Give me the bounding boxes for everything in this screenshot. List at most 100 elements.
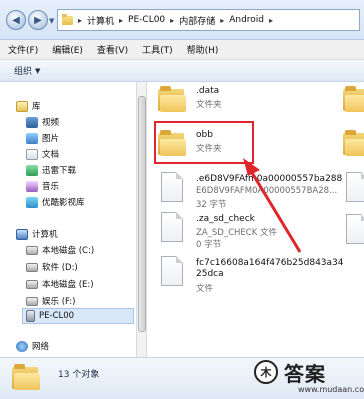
download-library-icon xyxy=(26,164,38,176)
picture-library-icon xyxy=(26,132,38,144)
nav-library-label: 库 xyxy=(32,102,41,112)
breadcrumb-separator-icon[interactable]: ▸ xyxy=(269,16,273,25)
highlight-box xyxy=(154,121,254,164)
folder-icon[interactable] xyxy=(343,130,364,156)
forward-arrow-icon: ▶ xyxy=(34,14,42,26)
file-icon xyxy=(161,172,183,202)
file-size: 32 字节 xyxy=(196,200,227,210)
nav-item-pictures[interactable]: 图片 xyxy=(26,130,59,146)
nav-item-label: 音乐 xyxy=(42,182,60,192)
nav-item-documents[interactable]: 文档 xyxy=(26,146,59,162)
nav-item-label: 迅雷下载 xyxy=(42,166,77,176)
file-item-za-sd-check[interactable]: .za_sd_check ZA_SD_CHECK 文件 0 字节 xyxy=(148,210,348,250)
folder-icon xyxy=(158,86,186,112)
watermark: 木 答案 www.mudaan.com xyxy=(254,358,364,398)
nav-drive-e[interactable]: 本地磁盘 (E:) xyxy=(26,276,94,292)
file-size: 0 字节 xyxy=(196,240,222,250)
menu-edit[interactable]: 编辑(E) xyxy=(52,43,83,56)
drive-icon xyxy=(26,279,38,289)
watermark-text: 答案 xyxy=(284,362,326,386)
file-type: 文件夹 xyxy=(196,100,222,110)
nav-item-label: 视频 xyxy=(42,118,60,128)
menu-help[interactable]: 帮助(H) xyxy=(187,43,219,56)
breadcrumb-separator-icon[interactable]: ▸ xyxy=(78,16,82,25)
document-library-icon xyxy=(26,148,38,160)
file-item-e6d8[interactable]: .e6D8V9FAfm0a00000557ba288 E6D8V9FAFM0A0… xyxy=(148,170,348,210)
menu-bar: 文件(F) 编辑(E) 查看(V) 工具(T) 帮助(H) xyxy=(0,40,364,60)
nav-library[interactable]: 库 xyxy=(16,98,41,114)
command-bar: 组织 ▼ xyxy=(0,60,364,82)
drive-icon xyxy=(26,262,38,272)
folder-icon[interactable] xyxy=(343,86,364,112)
breadcrumb-android[interactable]: Android xyxy=(229,15,264,25)
nav-drive-label: 本地磁盘 (C:) xyxy=(42,246,95,256)
computer-icon xyxy=(16,228,28,240)
back-button[interactable]: ◀ xyxy=(6,10,26,30)
drive-icon xyxy=(26,296,38,306)
address-field[interactable]: ▸ 计算机 ▸ PE-CL00 ▸ 内部存储 ▸ Android ▸ xyxy=(57,9,360,31)
nav-item-label: 文档 xyxy=(42,150,60,160)
nav-item-xunlei-downloads[interactable]: 迅雷下载 xyxy=(26,162,76,178)
file-name: .data xyxy=(196,86,220,96)
recent-pages-dropdown-icon[interactable]: ▼ xyxy=(49,17,54,25)
navigation-pane: 库 视频 图片 文档 迅雷下载 音乐 优酷影视库 计算机 本地磁盘 (C:) 软… xyxy=(0,82,137,357)
back-arrow-icon: ◀ xyxy=(12,14,20,26)
menu-tools[interactable]: 工具(T) xyxy=(142,43,173,56)
nav-drive-f[interactable]: 娱乐 (F:) xyxy=(26,293,75,309)
forward-button[interactable]: ▶ xyxy=(28,10,48,30)
nav-item-youku-library[interactable]: 优酷影视库 xyxy=(26,194,85,210)
breadcrumb-separator-icon[interactable]: ▸ xyxy=(220,16,224,25)
file-name: .za_sd_check xyxy=(196,214,255,224)
nav-item-videos[interactable]: 视频 xyxy=(26,114,59,130)
file-icon xyxy=(161,256,183,286)
nav-drive-label: 本地磁盘 (E:) xyxy=(42,280,94,290)
nav-device-pe-cl00[interactable]: PE-CL00 xyxy=(22,308,134,324)
network-icon xyxy=(16,340,28,352)
breadcrumb-device[interactable]: PE-CL00 xyxy=(128,15,165,25)
file-name: .e6D8V9FAfm0a00000557ba288 xyxy=(196,174,343,184)
chevron-down-icon[interactable]: ▼ xyxy=(35,67,40,75)
nav-item-music[interactable]: 音乐 xyxy=(26,178,59,194)
phone-icon xyxy=(26,310,35,322)
nav-pane-scrollbar[interactable] xyxy=(137,82,147,357)
video-library-icon xyxy=(26,116,38,128)
library-icon xyxy=(16,100,28,112)
nav-network-label: 网络 xyxy=(32,342,50,352)
breadcrumb-separator-icon[interactable]: ▸ xyxy=(119,16,123,25)
file-icon xyxy=(161,212,183,242)
nav-drive-label: 软件 (D:) xyxy=(42,263,78,273)
file-icon[interactable] xyxy=(346,214,364,244)
nav-network[interactable]: 网络 xyxy=(16,338,49,354)
scrollbar-thumb[interactable] xyxy=(138,96,146,332)
nav-drive-c[interactable]: 本地磁盘 (C:) xyxy=(26,242,94,258)
drive-icon xyxy=(26,245,38,255)
folder-icon xyxy=(12,364,42,392)
nav-item-label: 优酷影视库 xyxy=(42,198,85,208)
file-name: fc7c16608a164f476b25d843a3425dca xyxy=(196,258,344,279)
nav-device-label: PE-CL00 xyxy=(39,311,75,321)
video-library-icon xyxy=(26,196,38,208)
file-type: E6D8V9FAFM0A00000557BA28... xyxy=(196,186,338,196)
item-count: 13 个对象 xyxy=(58,370,100,380)
file-item-fc7c[interactable]: fc7c16608a164f476b25d843a3425dca 文件 xyxy=(148,254,348,298)
address-bar-area: ◀ ▶ ▼ ▸ 计算机 ▸ PE-CL00 ▸ 内部存储 ▸ Android ▸ xyxy=(0,0,364,40)
file-icon[interactable] xyxy=(346,172,364,202)
nav-drive-d[interactable]: 软件 (D:) xyxy=(26,259,78,275)
folder-icon xyxy=(62,13,73,25)
file-type: ZA_SD_CHECK 文件 xyxy=(196,228,277,238)
breadcrumb-internal-storage[interactable]: 内部存储 xyxy=(179,14,215,27)
watermark-url: www.mudaan.com xyxy=(298,385,364,394)
nav-item-label: 图片 xyxy=(42,134,60,144)
menu-file[interactable]: 文件(F) xyxy=(8,43,38,56)
breadcrumb-separator-icon[interactable]: ▸ xyxy=(170,16,174,25)
music-library-icon xyxy=(26,180,38,192)
nav-computer[interactable]: 计算机 xyxy=(16,226,58,242)
nav-drive-label: 娱乐 (F:) xyxy=(42,297,76,307)
menu-view[interactable]: 查看(V) xyxy=(97,43,128,56)
nav-computer-label: 计算机 xyxy=(32,230,58,240)
organize-button[interactable]: 组织 xyxy=(14,64,32,77)
breadcrumb-computer[interactable]: 计算机 xyxy=(87,14,114,27)
file-type: 文件 xyxy=(196,284,214,294)
watermark-logo-icon: 木 xyxy=(254,360,278,384)
file-item-data-folder[interactable]: .data 文件夹 xyxy=(148,82,338,122)
